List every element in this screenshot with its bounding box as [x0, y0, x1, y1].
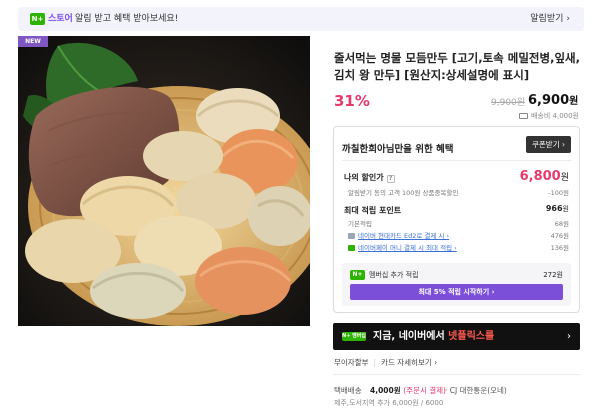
basic-points-value: 68원 — [554, 220, 569, 228]
new-badge: NEW — [18, 36, 48, 47]
shipping-carrier: · CJ 대한통운(오네) — [445, 386, 507, 395]
membership-start-button[interactable]: 최대 5% 적립 시작하기 › — [350, 284, 563, 300]
membership-badge: N+ — [350, 270, 365, 280]
naver-plus-badge: N+ — [30, 13, 45, 25]
truck-icon — [518, 113, 528, 119]
alarm-subscribe-label: 알림받기 — [530, 14, 564, 24]
points-label: 최대 적립 포인트 — [344, 206, 402, 215]
sale-price-value: 6,900 — [528, 93, 570, 108]
membership-banner-badge: N+ 멤버십 — [342, 332, 366, 341]
benefits-heading: 까칠한희아님만을 위한 혜택 — [342, 144, 454, 155]
membership-value: 272원 — [543, 271, 563, 279]
notice-bar: N+ 스토어 알림 받고 혜택 받아보세요! 알림받기 › — [18, 7, 584, 31]
naver-pay-icon — [348, 245, 355, 251]
separator: | — [373, 358, 377, 367]
shipping-method: 택배배송 — [334, 386, 362, 395]
points-total-unit: 원 — [562, 205, 569, 213]
netflix-banner[interactable]: N+ 멤버십 지금, 네이버에서 넷플릭스를 › — [333, 323, 580, 350]
hyundai-card-value: 476원 — [550, 232, 569, 240]
card-detail-link[interactable]: 카드 자세히보기 › — [381, 358, 437, 367]
basic-points-label: 기본적립 — [348, 220, 372, 228]
shipping-condition: (주문시 결제) — [403, 386, 446, 395]
card-icon — [348, 233, 355, 239]
membership-box: N+ 멤버십 추가 적립 272원 최대 5% 적립 시작하기 › — [342, 263, 571, 306]
product-image[interactable]: NEW — [18, 36, 310, 326]
benefits-panel: 까칠한희아님만을 위한 혜택 쿠폰받기 › 나의 할인가? 6,800원 알림받… — [333, 126, 580, 313]
hyundai-card-text: 네이버 현대카드 Ed2로 결제 시 › — [358, 232, 450, 240]
chevron-right-icon: › — [567, 331, 571, 342]
divider — [342, 160, 571, 161]
divider — [333, 374, 580, 375]
coupon-button[interactable]: 쿠폰받기 › — [526, 136, 571, 153]
my-price-label: 나의 할인가? — [344, 172, 395, 183]
banner-text-prefix: 지금, — [373, 331, 399, 342]
alarm-discount-value: -100원 — [548, 189, 569, 197]
sale-price: 6,900원 — [528, 92, 578, 108]
my-price-label-text: 나의 할인가 — [344, 173, 384, 182]
card-links: 무이자할부 | 카드 자세히보기 › — [334, 357, 437, 368]
alarm-subscribe-button[interactable]: 알림받기 › — [530, 13, 570, 25]
points-total: 966원 — [546, 204, 569, 214]
banner-text-mid: 네이버에서 — [398, 331, 449, 342]
banner-text-highlight: 넷플릭스를 — [448, 331, 495, 342]
points-total-value: 966 — [545, 204, 563, 213]
shipping-cost: 4,000원 (주문시 결제) — [370, 385, 446, 396]
my-price-unit: 원 — [560, 173, 569, 183]
sale-price-unit: 원 — [569, 96, 579, 107]
my-price: 6,800원 — [520, 169, 569, 184]
naver-pay-value: 136원 — [550, 244, 569, 252]
dumpling-photo — [18, 36, 310, 326]
original-price: 9,900원 — [491, 98, 526, 108]
membership-label: 멤버십 추가 적립 — [369, 271, 419, 279]
shipping-fee-text: 배송비 4,000원 — [530, 112, 579, 120]
notice-message: 알림 받고 혜택 받아보세요! — [75, 14, 179, 24]
my-price-value: 6,800 — [519, 169, 561, 184]
naver-pay-text: 네이버페이 머니 결제 시 최대 적립 › — [358, 244, 457, 252]
chevron-right-icon: › — [566, 14, 570, 24]
discount-rate: 31% — [334, 92, 370, 110]
help-icon[interactable]: ? — [386, 175, 395, 183]
shipping-fee-line: 배송비 4,000원 — [518, 111, 579, 121]
naver-pay-link[interactable]: 네이버페이 머니 결제 시 최대 적립 › — [348, 242, 457, 252]
banner-text: 지금, 네이버에서 넷플릭스를 — [373, 330, 494, 343]
shipping-extra-fee: 제주,도서지역 추가 6,000원 / 6000 — [334, 399, 444, 407]
hyundai-card-link[interactable]: 네이버 현대카드 Ed2로 결제 시 › — [348, 230, 449, 240]
shipping-cost-value: 4,000원 — [370, 386, 401, 395]
store-label: 스토어 — [48, 14, 73, 24]
installment-link[interactable]: 무이자할부 — [334, 358, 369, 367]
alarm-discount-note: 알림받기 동의 고객 100원 상품중복할인 — [348, 189, 459, 197]
product-title: 줄서먹는 명물 모듬만두 [고기,토속 메밀전병,잎새,김치 왕 만두] [원산… — [334, 51, 580, 82]
